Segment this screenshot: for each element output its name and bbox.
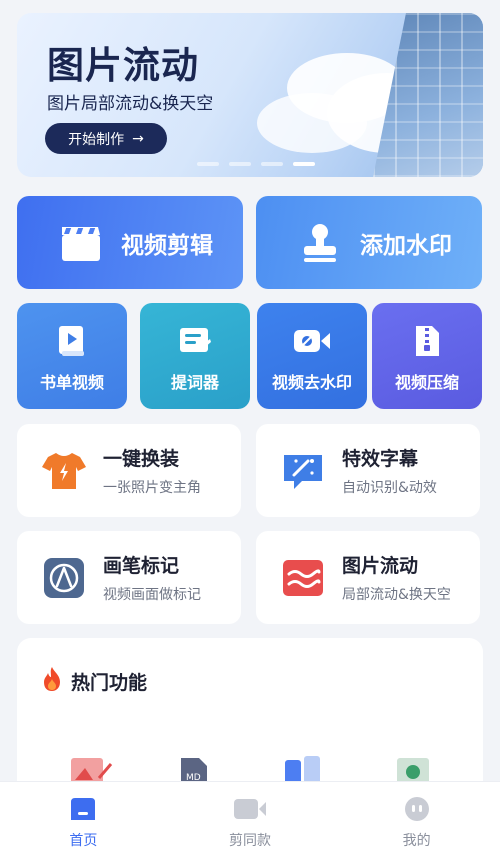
hero-banner[interactable]: 图片流动 图片局部流动&换天空 开始制作 → [17, 13, 483, 177]
compress-label: 视频压缩 [394, 373, 459, 392]
effect-subtitles-card[interactable]: 特效字幕 自动识别&动效 [256, 424, 480, 517]
remove-watermark-label: 视频去水印 [271, 373, 352, 392]
home-icon [68, 796, 98, 826]
book-video-card[interactable]: 书单视频 [17, 303, 127, 409]
flow-desc: 局部流动&换天空 [342, 587, 451, 603]
carousel-dot [197, 162, 219, 166]
video-camera-icon [292, 323, 332, 359]
carousel-dot [261, 162, 283, 166]
book-video-label: 书单视频 [39, 373, 104, 392]
image-flow-card[interactable]: 图片流动 局部流动&换天空 [256, 531, 480, 624]
subtitles-title: 特效字幕 [342, 448, 419, 470]
arrow-right-icon: → [132, 130, 144, 147]
teleprompter-label: 提词器 [170, 373, 219, 392]
tab-home-label: 首页 [69, 833, 98, 849]
brush-mark-card[interactable]: 画笔标记 视频画面做标记 [17, 531, 241, 624]
hot-functions-title: 热门功能 [71, 672, 148, 694]
tab-mine-label: 我的 [402, 833, 431, 849]
tshirt-icon [39, 446, 89, 496]
carousel-dot [229, 162, 251, 166]
banner-title: 图片流动 [47, 44, 199, 87]
teleprompter-icon [178, 323, 212, 359]
hot-functions-header: 热门功能 [41, 666, 147, 697]
magic-wand-bubble-icon [278, 446, 328, 496]
tab-same-style-label: 剪同款 [229, 833, 271, 849]
remove-watermark-card[interactable]: 视频去水印 [257, 303, 367, 409]
pen-nib-icon [39, 553, 89, 603]
outfit-desc: 一张照片变主角 [103, 480, 201, 496]
add-watermark-label: 添加水印 [360, 232, 452, 259]
subtitles-desc: 自动识别&动效 [342, 480, 437, 496]
clapperboard-icon [51, 223, 111, 263]
bottom-tab-bar: 首页 剪同款 我的 [0, 781, 500, 852]
fire-icon [41, 666, 63, 697]
video-edit-card[interactable]: 视频剪辑 [17, 196, 243, 289]
zip-file-icon [413, 323, 441, 359]
building-image [373, 13, 483, 177]
carousel-dot-active [293, 162, 315, 166]
add-watermark-card[interactable]: 添加水印 [256, 196, 482, 289]
book-play-icon [56, 323, 88, 359]
teleprompter-card[interactable]: 提词器 [140, 303, 250, 409]
tab-home[interactable]: 首页 [0, 782, 167, 852]
banner-subtitle: 图片局部流动&换天空 [47, 94, 214, 114]
one-click-outfit-card[interactable]: 一键换装 一张照片变主角 [17, 424, 241, 517]
outfit-title: 一键换装 [103, 448, 180, 470]
brush-title: 画笔标记 [103, 555, 180, 577]
carousel-indicator [197, 162, 315, 166]
tab-same-style[interactable]: 剪同款 [167, 782, 334, 852]
stamp-icon [290, 221, 350, 265]
flow-title: 图片流动 [342, 555, 419, 577]
start-making-label: 开始制作 [68, 131, 125, 148]
wave-image-icon [278, 553, 328, 603]
video-camera-tab-icon [232, 796, 268, 826]
start-making-button[interactable]: 开始制作 → [45, 123, 167, 154]
compress-card[interactable]: 视频压缩 [372, 303, 482, 409]
video-edit-label: 视频剪辑 [121, 232, 213, 259]
tab-mine[interactable]: 我的 [333, 782, 500, 852]
profile-face-icon [403, 796, 431, 826]
brush-desc: 视频画面做标记 [103, 587, 201, 603]
